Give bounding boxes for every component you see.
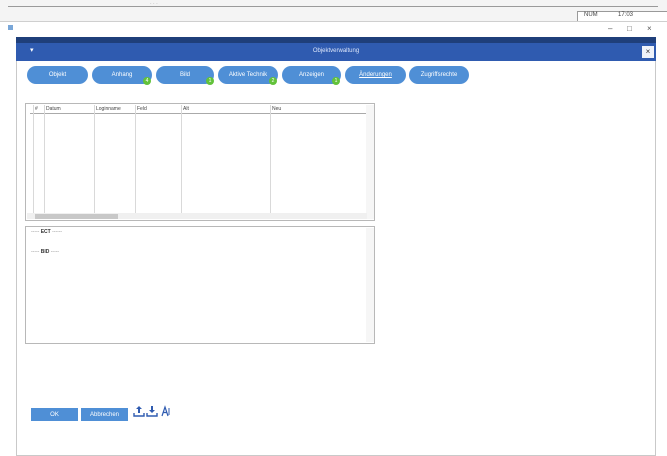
log-line: ----- BID -----: [31, 249, 59, 255]
minimize-button[interactable]: –: [608, 24, 612, 33]
status-lang: NUM: [584, 12, 598, 18]
column-header-loginname[interactable]: Loginname: [96, 106, 121, 112]
tab-bild-badge: 1: [206, 77, 214, 85]
tab-aktive-technik-badge: 2: [269, 77, 277, 85]
dialog-close-button[interactable]: ×: [642, 46, 654, 58]
tab-label: Änderungen: [359, 72, 392, 78]
app-icon: [8, 25, 13, 30]
ok-button[interactable]: OK: [31, 408, 78, 421]
close-window-button[interactable]: ×: [647, 24, 652, 33]
dialog-title: Objektverwaltung: [312, 48, 360, 54]
table-horizontal-scroll-thumb[interactable]: [35, 214, 118, 219]
column-divider: [33, 105, 34, 213]
cancel-button[interactable]: Abbrechen: [81, 408, 128, 421]
column-divider: [270, 105, 271, 213]
log-line-suffix: -----: [50, 249, 60, 255]
log-line: ----- ECT ------: [31, 229, 62, 235]
tab-label: Anzeigen: [298, 72, 325, 78]
taskbar-line: [8, 0, 658, 7]
log-line-prefix: -----: [31, 229, 40, 235]
download-icon[interactable]: [146, 405, 158, 420]
table-header-divider: [30, 113, 368, 114]
log-vertical-scrollbar[interactable]: [366, 228, 374, 342]
changes-table: [25, 103, 375, 221]
dialog-title-bar: ▾ Objektverwaltung ×: [16, 43, 656, 61]
table-vertical-scrollbar[interactable]: [366, 105, 374, 219]
taskbar-dots: · · ·: [150, 1, 158, 7]
log-panel: [25, 226, 375, 344]
tab-anzeigen-badge: 1: [332, 77, 340, 85]
tab-zugriffsrechte[interactable]: Zugriffsrechte: [409, 66, 469, 84]
log-line-code: BID: [40, 249, 50, 255]
tab-label: Anhang: [111, 72, 133, 78]
font-size-icon[interactable]: [160, 405, 172, 420]
column-divider: [181, 105, 182, 213]
upload-icon[interactable]: [133, 405, 145, 420]
maximize-button[interactable]: □: [627, 24, 632, 33]
column-divider: [44, 105, 45, 213]
status-time: 17:03: [618, 12, 634, 18]
tab-anhang-badge: 4: [143, 77, 151, 85]
column-header-feld[interactable]: Feld: [137, 106, 147, 112]
cancel-button-label: Abbrechen: [89, 411, 120, 418]
column-header-alt[interactable]: Alt: [183, 106, 189, 112]
column-header-number[interactable]: #: [35, 106, 38, 112]
tab-label: Bild: [179, 72, 190, 78]
tab-objekt[interactable]: Objekt: [27, 66, 88, 84]
log-line-code: ECT: [40, 229, 51, 235]
column-header-datum[interactable]: Datum: [46, 106, 61, 112]
column-divider: [135, 105, 136, 213]
column-header-neu[interactable]: Neu: [272, 106, 281, 112]
log-line-suffix: ------: [52, 229, 63, 235]
tab-label: Aktive Technik: [228, 72, 268, 78]
tab-label: Objekt: [48, 72, 67, 78]
tab-label: Zugriffsrechte: [420, 72, 458, 78]
column-divider: [94, 105, 95, 213]
tab-aenderungen[interactable]: Änderungen: [345, 66, 406, 84]
log-line-prefix: -----: [31, 249, 40, 255]
